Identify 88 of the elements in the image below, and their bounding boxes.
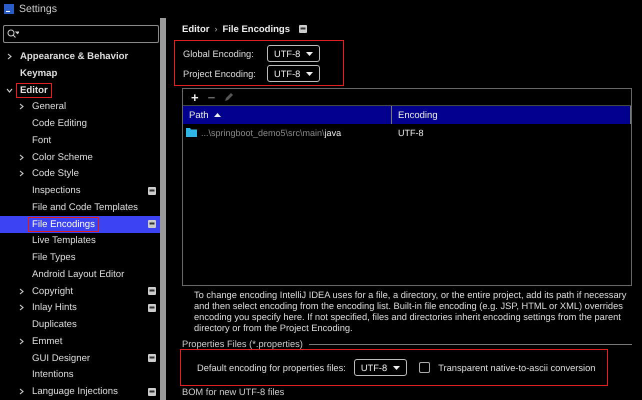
tree-item[interactable]: File and Code Templates	[0, 199, 160, 216]
tree-item[interactable]: Color Scheme	[0, 148, 160, 166]
field-label: Default encoding for properties files:	[197, 362, 346, 372]
remove-button[interactable]: −	[206, 90, 218, 104]
tree-item[interactable]: Language Injections	[0, 383, 160, 400]
project-level-icon	[299, 25, 308, 33]
tree-label: Code Editing	[31, 117, 88, 130]
app-logo-icon	[4, 4, 14, 14]
chevron-right-icon[interactable]	[18, 154, 25, 161]
tree-item[interactable]: Code Style	[0, 166, 160, 182]
tree-label: File Encodings	[29, 218, 98, 231]
tree-label: Keymap	[19, 66, 58, 80]
caret-icon	[306, 52, 314, 56]
chevron-right-icon[interactable]	[18, 304, 25, 312]
project-level-icon	[148, 287, 156, 296]
column-header[interactable]: Encoding	[398, 110, 438, 120]
checkbox[interactable]	[419, 362, 430, 373]
tree-item[interactable]: Font	[0, 132, 160, 149]
tree-label: Font	[31, 134, 52, 147]
description-text: To change encoding IntelliJ IDEA uses for a file, a directory, or the entire project, add its path if necessary and then select encoding from the encoding list. Built-in file encoding (e.g. JSP, HTML or XML) overrides encoding you specify here. If not specified, files and directories inherit encoding settings from the parent directory or from the Project Encoding.	[194, 290, 628, 334]
caret-icon	[306, 72, 314, 76]
search-field[interactable]	[3, 25, 159, 44]
encoding-dropdown[interactable]: UTF-8	[267, 45, 320, 62]
tree-item[interactable]: Copyright	[0, 282, 160, 300]
tree-item[interactable]: Intentions	[0, 366, 160, 384]
project-level-icon	[148, 388, 156, 396]
tree-item[interactable]: File Encodings	[0, 216, 160, 232]
encoding-dropdown[interactable]: UTF-8	[354, 359, 408, 376]
chevron-right-icon[interactable]	[18, 388, 25, 396]
window-title: Settings	[19, 3, 57, 15]
field-label: Global Encoding:	[183, 48, 255, 58]
encoding-cell: UTF-8	[398, 128, 424, 138]
tree-item[interactable]: Keymap	[0, 65, 160, 82]
tree-label: Inspections	[31, 184, 82, 198]
scrollbar[interactable]	[160, 18, 166, 400]
pencil-icon	[224, 92, 234, 102]
breadcrumb-parent: Editor	[182, 24, 210, 34]
tree-label: Language Injections	[31, 385, 119, 398]
project-level-icon	[148, 186, 156, 195]
section-title: BOM for new UTF-8 files	[182, 387, 286, 397]
breadcrumb-current: File Encodings	[222, 24, 290, 34]
chevron-down-icon[interactable]	[6, 86, 13, 94]
path-cell: ...\springboot_demo5\src\main\java	[201, 128, 342, 138]
search-icon	[7, 29, 19, 40]
tree-label: Android Layout Editor	[31, 268, 126, 281]
tree-label: Intentions	[31, 368, 75, 382]
tree-label: Copyright	[31, 284, 74, 298]
column-header[interactable]: Path	[189, 110, 209, 120]
add-button[interactable]: +	[189, 90, 201, 104]
tree-label: General	[31, 100, 68, 114]
tree-item[interactable]: Inlay Hints	[0, 300, 160, 316]
tree-item[interactable]: Android Layout Editor	[0, 266, 160, 283]
tree-item[interactable]: Appearance & Behavior	[0, 48, 160, 65]
checkbox-label: Transparent native-to-ascii conversion	[438, 362, 596, 372]
field-label: Project Encoding:	[183, 68, 257, 78]
tree-label: Live Templates	[31, 234, 97, 248]
tree-label: Inlay Hints	[31, 301, 78, 314]
tree-label: File Types	[31, 251, 77, 264]
tree-label: Code Style	[31, 167, 80, 180]
tree-item[interactable]: Inspections	[0, 182, 160, 199]
project-level-icon	[148, 304, 156, 312]
tree-item[interactable]: GUI Designer	[0, 350, 160, 366]
chevron-right-icon[interactable]	[18, 288, 25, 295]
chevron-right-icon[interactable]	[6, 53, 13, 60]
section-title: Properties Files (*.properties)	[182, 339, 303, 349]
tree-label: Color Scheme	[31, 150, 94, 164]
chevron-right-icon[interactable]	[18, 170, 25, 178]
tree-item[interactable]: Code Editing	[0, 115, 160, 132]
chevron-right-icon[interactable]	[18, 103, 25, 110]
tree-label: Appearance & Behavior	[19, 50, 130, 64]
tree-item[interactable]: Emmet	[0, 333, 160, 350]
project-level-icon	[148, 220, 156, 228]
tree-item[interactable]: File Types	[0, 249, 160, 266]
tree-label: Editor	[17, 84, 51, 97]
tree-label: GUI Designer	[31, 352, 92, 365]
project-level-icon	[148, 354, 156, 362]
tree-item[interactable]: Live Templates	[0, 232, 160, 250]
tree-label: File and Code Templates	[31, 200, 139, 214]
encoding-dropdown[interactable]: UTF-8	[267, 65, 320, 82]
folder-icon	[186, 128, 197, 137]
tree-item[interactable]: Editor	[0, 82, 160, 98]
tree-item[interactable]: Duplicates	[0, 316, 160, 333]
tree-label: Emmet	[31, 334, 64, 348]
chevron-right-icon[interactable]	[18, 338, 25, 345]
tree-item[interactable]: General	[0, 98, 160, 116]
caret-icon	[393, 366, 400, 370]
tree-label: Duplicates	[31, 318, 78, 332]
breadcrumb-separator: ›	[214, 24, 218, 34]
